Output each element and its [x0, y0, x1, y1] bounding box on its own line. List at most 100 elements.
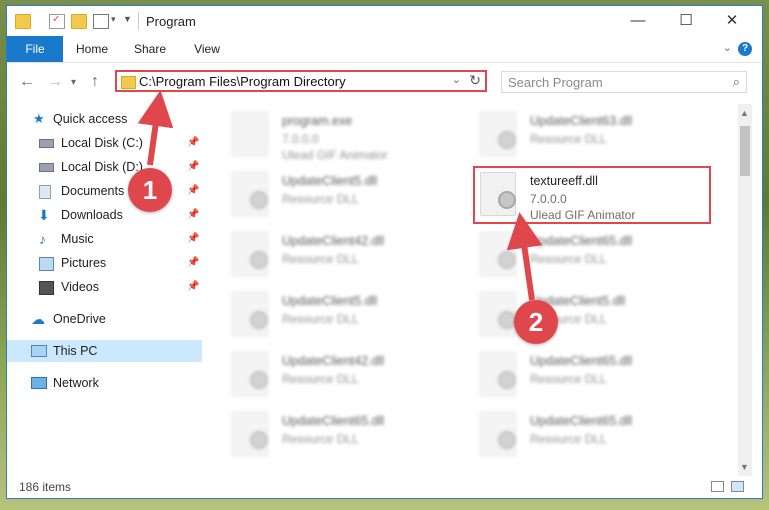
highlight-box — [473, 166, 711, 224]
close-button[interactable]: ✕ — [717, 10, 747, 32]
list-item[interactable]: UpdateClient42.dll Resource DLL — [222, 226, 452, 282]
search-input[interactable]: Search Program ⌕ — [501, 71, 747, 93]
sidebar-item-documents[interactable]: Documents 📌 — [7, 180, 202, 202]
vertical-scrollbar[interactable]: ▲ ▼ — [738, 104, 752, 476]
customize-icon[interactable] — [93, 14, 109, 29]
pin-icon[interactable]: 📌 — [187, 132, 199, 154]
sidebar-item-music[interactable]: ♪ Music 📌 — [7, 228, 202, 250]
file-detail: Resource DLL — [282, 252, 359, 266]
file-name: UpdateClient5.dll — [282, 294, 378, 308]
pin-icon[interactable]: 📌 — [187, 156, 199, 178]
address-bar[interactable]: C:\Program Files\Program Directory ⌄ ↻ — [115, 70, 487, 92]
sidebar-item-label: Downloads — [61, 208, 123, 222]
pin-icon[interactable]: 📌 — [187, 276, 199, 298]
minimize-button[interactable]: — — [623, 10, 653, 32]
pin-icon[interactable]: 📌 — [187, 252, 199, 274]
file-name: UpdateClient65.dll — [530, 354, 633, 368]
sidebar-item-network[interactable]: Network — [7, 372, 202, 394]
file-name: UpdateClient5.dll — [282, 174, 378, 188]
list-item[interactable]: program.exe 7.0.0.0 Ulead GIF Animator — [222, 106, 452, 162]
file-detail: Resource DLL — [530, 132, 607, 146]
quick-access-toolbar-icon[interactable]: ▼ — [123, 14, 132, 24]
back-icon[interactable]: ← — [19, 73, 35, 91]
sidebar-item-this-pc[interactable]: This PC — [7, 340, 202, 362]
dll-file-icon — [232, 352, 268, 396]
sidebar-item-downloads[interactable]: ⬇ Downloads 📌 — [7, 204, 202, 226]
tab-view[interactable]: View — [185, 36, 229, 62]
forward-icon[interactable]: → — [47, 73, 63, 91]
pin-icon[interactable]: 📌 — [187, 204, 199, 226]
list-item[interactable]: UpdateClient5.dll Resource DLL — [222, 166, 452, 222]
list-item[interactable]: UpdateClient65.dll Resource DLL — [470, 346, 700, 402]
up-icon[interactable]: ↑ — [91, 73, 99, 91]
address-path[interactable]: C:\Program Files\Program Directory — [139, 74, 346, 89]
window-title: Program — [146, 14, 196, 29]
list-item[interactable]: UpdateClient65.dll Resource DLL — [470, 226, 700, 282]
expand-ribbon-icon[interactable]: ⌄ — [723, 41, 732, 54]
file-detail: 7.0.0.0 — [282, 132, 319, 146]
pictures-icon — [39, 257, 54, 271]
list-item[interactable]: UpdateClient65.dll Resource DLL — [470, 406, 700, 462]
file-name: UpdateClient65.dll — [530, 414, 633, 428]
file-detail: Resource DLL — [282, 432, 359, 446]
scroll-thumb[interactable] — [740, 126, 750, 176]
dll-file-icon — [232, 292, 268, 336]
new-folder-icon[interactable] — [71, 14, 87, 29]
documents-icon — [39, 185, 51, 199]
list-item[interactable]: UpdateClient42.dll Resource DLL — [222, 346, 452, 402]
file-name: program.exe — [282, 114, 353, 128]
exe-file-icon — [232, 112, 268, 156]
ribbon: File Home Share View ⌄ ? — [7, 36, 762, 63]
help-icon[interactable]: ? — [738, 42, 752, 56]
maximize-button[interactable]: ☐ — [671, 10, 701, 32]
pin-icon[interactable]: 📌 — [187, 180, 199, 202]
pin-icon[interactable]: 📌 — [187, 228, 199, 250]
file-name: UpdateClient42.dll — [282, 234, 385, 248]
file-name: UpdateClient65.dll — [282, 414, 385, 428]
file-detail: Resource DLL — [282, 372, 359, 386]
status-bar: 186 items — [7, 476, 762, 498]
dll-file-icon — [480, 112, 516, 156]
sidebar-item-local-disk-d[interactable]: Local Disk (D:) 📌 — [7, 156, 202, 178]
file-detail: Ulead GIF Animator — [282, 148, 388, 162]
sidebar-item-onedrive[interactable]: ☁ OneDrive — [7, 308, 202, 330]
sidebar-item-label: Videos — [61, 280, 99, 294]
dll-file-icon — [232, 412, 268, 456]
dll-file-icon — [480, 292, 516, 336]
search-placeholder: Search Program — [508, 75, 603, 90]
sidebar-item-label: Pictures — [61, 256, 107, 270]
file-detail: Resource DLL — [530, 252, 607, 266]
drive-icon — [39, 163, 54, 172]
title-bar: ✓ ▾ ▼ Program — ☐ ✕ — [7, 6, 762, 36]
sidebar-item-quick-access[interactable]: ★ Quick access — [7, 108, 202, 130]
tab-home[interactable]: Home — [69, 36, 115, 62]
sidebar-item-label: OneDrive — [53, 312, 106, 326]
refresh-icon[interactable]: ↻ — [469, 72, 481, 89]
properties-icon[interactable]: ✓ — [49, 14, 65, 29]
chevron-down-icon[interactable]: ⌄ — [452, 73, 461, 86]
sidebar-item-local-disk-c[interactable]: Local Disk (C:) 📌 — [7, 132, 202, 154]
file-name: UpdateClient63.dll — [530, 114, 633, 128]
explorer-window: ✓ ▾ ▼ Program — ☐ ✕ File Home Share View… — [7, 6, 762, 498]
computer-icon — [31, 345, 47, 357]
details-view-icon[interactable] — [711, 481, 724, 492]
list-item[interactable]: UpdateClient5.dll Resource DLL — [222, 286, 452, 342]
chevron-down-icon[interactable]: ▾ — [111, 14, 116, 25]
list-item[interactable]: UpdateClient5.dll Resource DLL — [470, 286, 700, 342]
large-icons-view-icon[interactable] — [731, 481, 744, 492]
sidebar-item-label: Documents — [61, 184, 125, 198]
list-item[interactable]: UpdateClient63.dll Resource DLL — [470, 106, 700, 162]
file-name: UpdateClient65.dll — [530, 234, 633, 248]
sidebar-item-videos[interactable]: Videos 📌 — [7, 276, 202, 298]
recent-locations-icon[interactable]: ▾ — [71, 77, 76, 88]
scroll-down-icon[interactable]: ▼ — [740, 462, 749, 472]
folder-icon — [15, 14, 31, 29]
tab-file[interactable]: File — [7, 36, 63, 62]
tab-share[interactable]: Share — [127, 36, 173, 62]
videos-icon — [39, 281, 54, 295]
list-item[interactable]: UpdateClient65.dll Resource DLL — [222, 406, 452, 462]
scroll-up-icon[interactable]: ▲ — [740, 108, 749, 118]
search-icon[interactable]: ⌕ — [733, 74, 740, 90]
sidebar-item-pictures[interactable]: Pictures 📌 — [7, 252, 202, 274]
file-detail: Resource DLL — [530, 372, 607, 386]
